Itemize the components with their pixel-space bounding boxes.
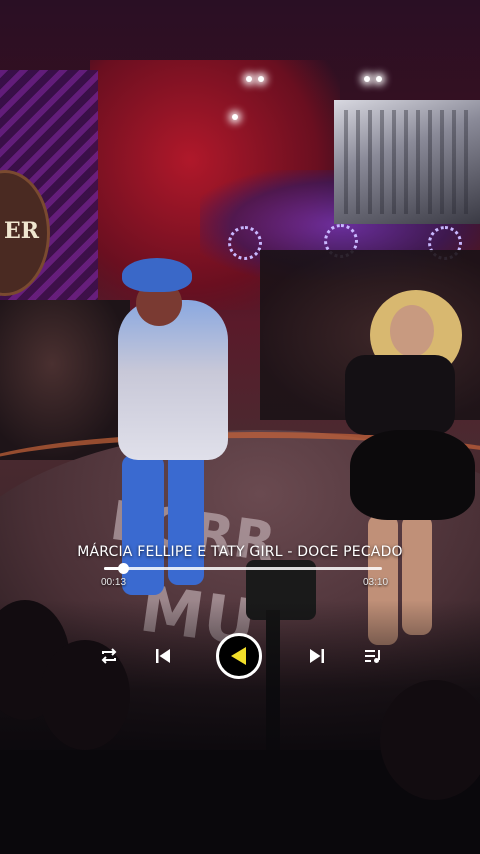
spotlight bbox=[246, 76, 252, 82]
play-icon bbox=[231, 647, 246, 665]
performer-left-leg bbox=[168, 450, 204, 585]
play-button[interactable] bbox=[216, 633, 262, 679]
cowboy-hat bbox=[122, 258, 192, 292]
spotlight bbox=[364, 76, 370, 82]
light-ring bbox=[228, 226, 262, 260]
performer-left-leg bbox=[122, 455, 164, 595]
skip-next-icon bbox=[310, 649, 324, 663]
video-screen bbox=[334, 100, 480, 224]
previous-button[interactable] bbox=[152, 645, 174, 667]
repeat-button[interactable] bbox=[98, 645, 120, 667]
video-frame: ER FORR MU bbox=[0, 0, 480, 854]
performer-right-outfit bbox=[345, 355, 455, 435]
elapsed-time: 00:13 bbox=[101, 577, 127, 588]
performer-right-head bbox=[390, 305, 434, 357]
spotlight bbox=[232, 114, 238, 120]
next-button[interactable] bbox=[306, 645, 328, 667]
song-title: MÁRCIA FELLIPE E TATY GIRL - DOCE PECADO bbox=[77, 544, 403, 560]
spotlight bbox=[258, 76, 264, 82]
crowd-silhouette bbox=[380, 680, 480, 800]
total-time: 03:10 bbox=[363, 577, 389, 588]
spotlight bbox=[376, 76, 382, 82]
playlist-button[interactable] bbox=[362, 645, 384, 667]
repeat-icon bbox=[101, 648, 117, 664]
performer-right-skirt bbox=[350, 430, 475, 520]
playlist-icon bbox=[365, 650, 380, 663]
performer-left-outfit bbox=[118, 300, 228, 460]
skip-previous-icon bbox=[156, 649, 170, 663]
progress-bar[interactable] bbox=[104, 563, 382, 574]
audience-left bbox=[0, 300, 130, 460]
venue-sign-text: ER bbox=[3, 218, 39, 244]
